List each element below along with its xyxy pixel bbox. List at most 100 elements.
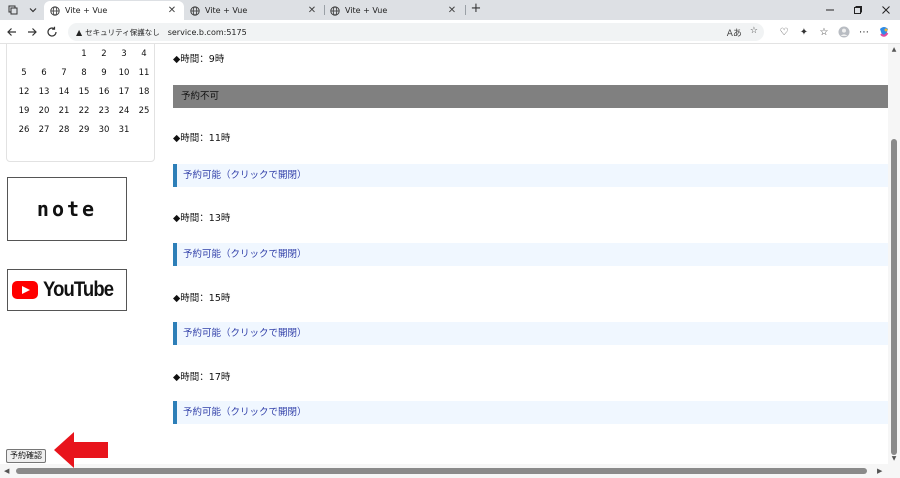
favorite-star-icon[interactable]: ☆ (750, 26, 758, 39)
horizontal-scroll-thumb[interactable] (16, 468, 867, 474)
calendar-day[interactable] (134, 123, 154, 137)
scroll-right-arrow-icon[interactable]: ▶ (877, 467, 882, 475)
vertical-scroll-thumb[interactable] (891, 139, 897, 455)
calendar-day[interactable]: 17 (114, 85, 134, 99)
horizontal-scrollbar[interactable]: ◀ ▶ (0, 464, 900, 478)
calendar-day[interactable]: 12 (14, 85, 34, 99)
calendar: 1 2 3 4 5 6 7 8 9 10 11 12 13 14 15 16 1… (6, 44, 155, 162)
time-label-11: ◆時間：11時 (173, 133, 231, 144)
time-label-13: ◆時間：13時 (173, 213, 231, 224)
read-aloud-icon[interactable]: Aあ (727, 26, 742, 39)
calendar-week: 12 13 14 15 16 17 18 (14, 85, 154, 99)
calendar-day[interactable] (34, 47, 54, 61)
more-options-icon[interactable]: ⋯ (856, 24, 872, 40)
calendar-day[interactable]: 8 (74, 66, 94, 80)
tab-actions-chevron-down-icon[interactable] (24, 2, 42, 18)
calendar-week: 5 6 7 8 9 10 11 (14, 66, 154, 80)
tab-separator (465, 5, 466, 15)
calendar-day[interactable]: 29 (74, 123, 94, 137)
back-arrow-icon[interactable] (4, 24, 20, 40)
available-slot-17-toggle[interactable]: 予約可能（クリックで開閉） (173, 401, 888, 424)
favorites-icon[interactable]: ☆ (816, 24, 832, 40)
tab-1[interactable]: Vite + Vue ✕ (44, 1, 184, 20)
calendar-day[interactable]: 10 (114, 66, 134, 80)
youtube-logo-text: YouTube (42, 278, 114, 301)
note-banner[interactable]: note (7, 177, 127, 241)
calendar-day[interactable]: 21 (54, 104, 74, 118)
calendar-day[interactable]: 31 (114, 123, 134, 137)
calendar-day[interactable]: 28 (54, 123, 74, 137)
warning-triangle-icon[interactable]: ▲ (76, 28, 82, 37)
minimize-icon[interactable] (820, 2, 840, 18)
close-window-icon[interactable] (876, 2, 896, 18)
time-label-9: ◆時間：9時 (173, 54, 225, 65)
calendar-day[interactable] (14, 47, 34, 61)
vertical-scrollbar[interactable]: ▲ ▼ (888, 44, 900, 464)
close-tab-icon[interactable]: ✕ (306, 5, 318, 16)
calendar-day[interactable]: 1 (74, 47, 94, 61)
calendar-day[interactable]: 6 (34, 66, 54, 80)
reservation-confirm-button[interactable]: 予約確認 (6, 449, 46, 463)
available-slot-13-toggle[interactable]: 予約可能（クリックで開閉） (173, 243, 888, 266)
globe-icon (50, 5, 60, 16)
workspaces-icon[interactable] (4, 2, 22, 18)
calendar-day[interactable]: 27 (34, 123, 54, 137)
tab-title: Vite + Vue (65, 6, 108, 15)
refresh-icon[interactable] (44, 24, 60, 40)
profile-avatar-icon[interactable] (836, 24, 852, 40)
calendar-day[interactable]: 23 (94, 104, 114, 118)
browser-toolbar: ▲ セキュリティ保護なし service.b.com:5175 Aあ ☆ ♡ ✦… (0, 20, 900, 44)
youtube-play-icon (11, 281, 38, 299)
youtube-logo: YouTube (11, 278, 123, 302)
calendar-day[interactable]: 9 (94, 66, 114, 80)
copilot-icon[interactable] (876, 24, 892, 40)
calendar-day[interactable]: 5 (14, 66, 34, 80)
forward-arrow-icon[interactable] (24, 24, 40, 40)
calendar-day[interactable]: 2 (94, 47, 114, 61)
scroll-up-arrow-icon[interactable]: ▲ (890, 46, 898, 53)
calendar-day[interactable]: 19 (14, 104, 34, 118)
available-slot-15-toggle[interactable]: 予約可能（クリックで開閉） (173, 322, 888, 345)
calendar-day[interactable]: 22 (74, 104, 94, 118)
calendar-day[interactable]: 16 (94, 85, 114, 99)
calendar-week: 1 2 3 4 (14, 47, 154, 61)
calendar-day[interactable]: 24 (114, 104, 134, 118)
browser-essentials-icon[interactable]: ♡ (776, 24, 792, 40)
new-tab-plus-icon[interactable]: + (468, 1, 484, 18)
close-tab-icon[interactable]: ✕ (166, 5, 178, 16)
calendar-day[interactable]: 3 (114, 47, 134, 61)
calendar-day[interactable]: 25 (134, 104, 154, 118)
scroll-down-arrow-icon[interactable]: ▼ (890, 455, 898, 462)
calendar-day[interactable]: 20 (34, 104, 54, 118)
calendar-day[interactable] (54, 47, 74, 61)
youtube-banner[interactable]: YouTube (7, 269, 127, 311)
calendar-day[interactable]: 18 (134, 85, 154, 99)
url-text[interactable]: service.b.com:5175 (168, 28, 247, 37)
calendar-day[interactable]: 7 (54, 66, 74, 80)
tab-title: Vite + Vue (345, 6, 388, 15)
calendar-day[interactable]: 15 (74, 85, 94, 99)
available-slot-11-toggle[interactable]: 予約可能（クリックで開閉） (173, 164, 888, 187)
tab-2[interactable]: Vite + Vue ✕ (184, 1, 324, 20)
extensions-puzzle-icon[interactable]: ✦ (796, 24, 812, 40)
close-tab-icon[interactable]: ✕ (446, 5, 458, 16)
globe-icon (330, 5, 340, 16)
page-content: 1 2 3 4 5 6 7 8 9 10 11 12 13 14 15 16 1… (0, 44, 888, 464)
calendar-week: 19 20 21 22 23 24 25 (14, 104, 154, 118)
calendar-day[interactable]: 4 (134, 47, 154, 61)
restore-icon[interactable] (848, 2, 868, 18)
tab-strip: Vite + Vue ✕ Vite + Vue ✕ Vite + Vue ✕ + (0, 0, 900, 20)
calendar-day[interactable]: 14 (54, 85, 74, 99)
address-bar[interactable]: ▲ セキュリティ保護なし service.b.com:5175 Aあ ☆ (68, 23, 764, 41)
calendar-day[interactable]: 26 (14, 123, 34, 137)
time-label-15: ◆時間：15時 (173, 293, 231, 304)
unavailable-slot-9: 予約不可 (173, 85, 888, 108)
tab-3[interactable]: Vite + Vue ✕ (324, 1, 464, 20)
calendar-day[interactable]: 11 (134, 66, 154, 80)
calendar-day[interactable]: 30 (94, 123, 114, 137)
red-arrow-icon (54, 432, 108, 468)
note-logo: note (36, 197, 98, 221)
scroll-left-arrow-icon[interactable]: ◀ (4, 467, 9, 475)
tab-title: Vite + Vue (205, 6, 248, 15)
calendar-day[interactable]: 13 (34, 85, 54, 99)
